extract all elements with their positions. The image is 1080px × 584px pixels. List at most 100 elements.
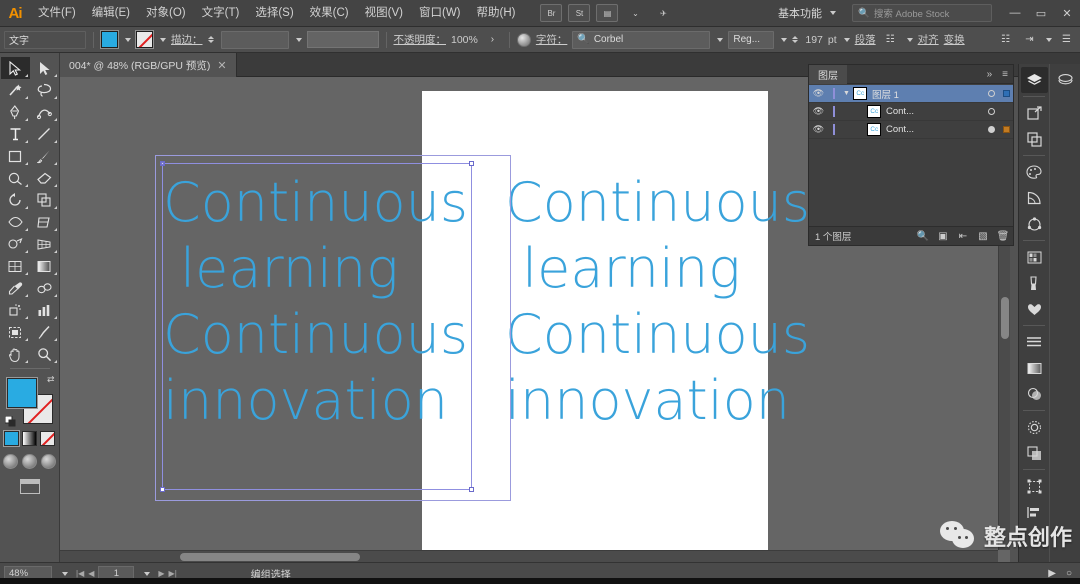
lock-column[interactable] — [828, 88, 840, 99]
arrange-caret-icon[interactable]: ⌄ — [624, 4, 646, 22]
opacity-label[interactable]: 不透明度： — [394, 32, 447, 47]
selection-handle-bottom-left[interactable] — [160, 487, 165, 492]
blend-tool[interactable] — [30, 277, 59, 299]
font-size-stepper[interactable] — [792, 36, 799, 43]
zoom-tool[interactable] — [30, 343, 59, 365]
symbols-panel-icon[interactable] — [1021, 296, 1048, 322]
artboard-nav-prev[interactable]: ◀ — [88, 569, 94, 578]
minimize-button[interactable]: — — [1002, 0, 1028, 27]
selection-bounding-box[interactable] — [160, 161, 474, 492]
panel-menu-icon[interactable]: ≡ — [997, 69, 1013, 80]
draw-behind-icon[interactable] — [22, 454, 37, 469]
shape-builder-tool[interactable] — [1, 233, 30, 255]
lock-column[interactable] — [828, 124, 840, 135]
scrollbar-thumb-vertical[interactable] — [1001, 297, 1009, 339]
canvas-scrollbar-horizontal[interactable] — [60, 550, 998, 562]
selection-handle-bottom-right[interactable] — [469, 487, 474, 492]
symbol-sprayer-tool[interactable] — [1, 299, 30, 321]
font-family-input[interactable]: 🔍 Corbel — [572, 30, 711, 49]
font-size-value[interactable]: 197 — [805, 34, 823, 46]
eye-icon[interactable]: 👁 — [809, 124, 828, 135]
brushes-panel-icon[interactable] — [1021, 270, 1048, 296]
chevron-down-icon[interactable]: ▼ — [840, 90, 853, 97]
menu-view[interactable]: 视图(V) — [357, 0, 411, 27]
font-size-chevron-icon[interactable] — [843, 37, 850, 42]
new-layer-icon[interactable]: ▧ — [973, 231, 993, 242]
eye-icon[interactable]: 👁 — [809, 106, 828, 117]
gradient-swatch-button[interactable] — [22, 431, 37, 446]
paintbrush-tool[interactable] — [30, 145, 59, 167]
type-tool[interactable] — [1, 123, 30, 145]
libraries-panel-icon[interactable] — [1052, 67, 1079, 93]
menu-object[interactable]: 对象(O) — [138, 0, 194, 27]
color-panel-icon[interactable] — [1021, 159, 1048, 185]
mesh-tool[interactable] — [1, 255, 30, 277]
opacity-chevron-icon[interactable]: › — [483, 31, 502, 49]
stroke-chevron-icon[interactable] — [160, 37, 166, 42]
eyedropper-tool[interactable] — [1, 277, 30, 299]
export-panel-icon[interactable] — [1021, 100, 1048, 126]
selection-indicator[interactable] — [999, 126, 1013, 133]
stroke-swatch[interactable] — [135, 30, 154, 49]
target-indicator-icon[interactable] — [984, 108, 999, 115]
scale-tool[interactable] — [30, 189, 59, 211]
tab-layers[interactable]: 图层 — [809, 64, 847, 84]
layers-panel-icon[interactable] — [1020, 67, 1048, 93]
swatches-panel-icon[interactable] — [1021, 244, 1048, 270]
indent-icon[interactable]: ⇥ — [1020, 31, 1039, 49]
font-style-input[interactable]: Reg... — [728, 30, 775, 49]
align-label[interactable]: 对齐 — [918, 32, 939, 47]
magic-wand-tool[interactable] — [1, 79, 30, 101]
menu-window[interactable]: 窗口(W) — [411, 0, 469, 27]
transform-label[interactable]: 变换 — [944, 32, 965, 47]
menu-type[interactable]: 文字(T) — [194, 0, 248, 27]
stroke-weight-chevron-icon[interactable] — [295, 37, 302, 42]
maximize-button[interactable]: ▭ — [1028, 0, 1054, 27]
swap-fill-stroke-icon[interactable]: ⇄ — [47, 374, 55, 385]
arrange-documents-icon[interactable]: ▤ — [596, 4, 619, 22]
line-segment-tool[interactable] — [30, 123, 59, 145]
menu-edit[interactable]: 编辑(E) — [84, 0, 138, 27]
zoom-chevron-icon[interactable] — [56, 571, 72, 576]
direct-selection-tool[interactable] — [30, 57, 59, 79]
gradient-panel-icon[interactable] — [1021, 355, 1048, 381]
artboard-nav-first[interactable]: |◀ — [76, 569, 84, 578]
layer-name[interactable]: 图层 1 — [872, 87, 984, 101]
eye-icon[interactable]: 👁 — [809, 88, 828, 99]
color-swatch-button[interactable] — [3, 430, 20, 447]
transform-panel-icon[interactable] — [1021, 473, 1048, 499]
color-guide-panel-icon[interactable] — [1021, 185, 1048, 211]
blend-mode-icon[interactable] — [516, 32, 531, 47]
make-mask-icon[interactable]: ▣ — [933, 231, 953, 242]
artboard-text-object[interactable]: Continuous learning Continuous innovatio… — [505, 170, 825, 434]
menu-select[interactable]: 选择(S) — [247, 0, 301, 27]
sublayer-name[interactable]: Cont... — [886, 106, 984, 117]
distribute-icon[interactable]: ☷ — [996, 31, 1015, 49]
target-indicator-icon[interactable] — [984, 126, 999, 133]
shaper-tool[interactable] — [1, 167, 30, 189]
panel-menu-icon[interactable]: ☰ — [1057, 31, 1076, 49]
fill-color-swatch[interactable] — [5, 377, 38, 409]
close-icon[interactable]: ✕ — [217, 59, 226, 72]
recolor-artwork-icon[interactable] — [1021, 211, 1048, 237]
lock-column[interactable] — [828, 106, 840, 117]
font-style-chevron-icon[interactable] — [781, 37, 788, 42]
layer-row-3[interactable]: 👁 Cc Cont... — [809, 121, 1013, 139]
locate-object-icon[interactable]: 🔍 — [913, 231, 933, 242]
slice-tool[interactable] — [30, 321, 59, 343]
artboards-panel-icon[interactable] — [1021, 126, 1048, 152]
rocket-icon[interactable]: ✈ — [652, 4, 674, 22]
draw-normal-icon[interactable] — [3, 454, 18, 469]
stock-icon[interactable]: St — [568, 4, 591, 22]
delete-layer-icon[interactable]: 🗑 — [993, 231, 1013, 242]
rectangle-tool[interactable] — [1, 145, 30, 167]
graphic-styles-panel-icon[interactable] — [1021, 440, 1048, 466]
menu-help[interactable]: 帮助(H) — [469, 0, 524, 27]
layer-row-2[interactable]: 👁 Cc Cont... — [809, 103, 1013, 121]
font-family-chevron-icon[interactable] — [717, 37, 724, 42]
perspective-grid-tool[interactable] — [30, 233, 59, 255]
scrollbar-thumb-horizontal[interactable] — [180, 553, 360, 561]
draw-inside-icon[interactable] — [41, 454, 56, 469]
artboard-tool[interactable] — [1, 321, 30, 343]
stroke-weight-stepper[interactable] — [207, 36, 214, 43]
